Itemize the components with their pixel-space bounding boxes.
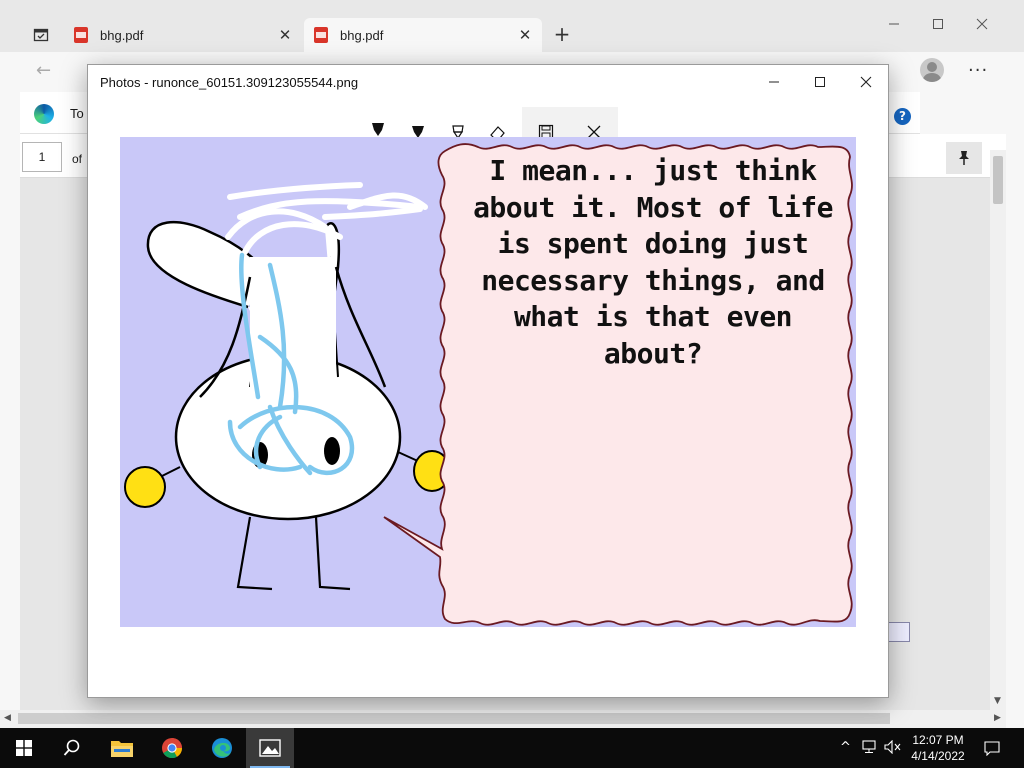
- clock-time: 12:07 PM: [912, 733, 964, 747]
- vertical-scroll-thumb[interactable]: [993, 156, 1003, 204]
- photos-button[interactable]: [246, 728, 294, 768]
- folder-icon: [111, 741, 133, 757]
- page-count-label: of: [72, 152, 83, 166]
- start-button[interactable]: [0, 728, 48, 768]
- window-title: Photos - runonce_60151.309123055544.png: [100, 75, 359, 90]
- horizontal-scroll-thumb[interactable]: [18, 713, 890, 724]
- browser-close-button[interactable]: [970, 14, 994, 34]
- clock-date: 4/14/2022: [911, 749, 965, 763]
- scroll-left-icon[interactable]: ◀: [4, 713, 11, 723]
- tab-label: bhg.pdf: [340, 27, 384, 43]
- speech-line: is spent doing just: [497, 227, 809, 260]
- chrome-icon: [162, 738, 183, 759]
- search-button[interactable]: [48, 728, 96, 768]
- page-number-input[interactable]: 1: [22, 142, 62, 172]
- chrome-button[interactable]: [148, 728, 196, 768]
- pdf-file-icon: [314, 27, 328, 43]
- close-tab-icon[interactable]: ✕: [518, 26, 532, 44]
- browser-minimize-button[interactable]: [882, 14, 906, 34]
- minimize-button[interactable]: [760, 71, 788, 93]
- speech-line: I mean... just think: [489, 154, 817, 187]
- pdf-file-icon: [74, 27, 88, 43]
- speech-line: necessary things, and: [481, 263, 825, 297]
- vertical-scrollbar[interactable]: [990, 150, 1006, 710]
- more-options-icon[interactable]: ···: [968, 60, 988, 81]
- speech-line: about?: [603, 336, 703, 370]
- file-explorer-button[interactable]: [98, 728, 146, 768]
- windows-logo-icon: [16, 740, 32, 756]
- speech-line: what is that even: [513, 300, 793, 333]
- speech-text: I mean... just think about it. Most of l…: [472, 153, 834, 372]
- scroll-down-icon[interactable]: ▼: [994, 696, 1001, 706]
- photos-icon: [259, 739, 281, 757]
- maximize-button[interactable]: [806, 71, 834, 93]
- edge-logo-icon: [34, 104, 54, 124]
- tab-actions-icon[interactable]: [30, 24, 52, 46]
- comic-image[interactable]: I mean... just think about it. Most of l…: [120, 137, 856, 627]
- pin-toolbar-button[interactable]: [946, 142, 982, 174]
- network-icon[interactable]: [862, 740, 878, 758]
- help-icon[interactable]: ?: [894, 108, 911, 125]
- volume-muted-icon[interactable]: [884, 739, 902, 758]
- new-tab-button[interactable]: +: [552, 24, 572, 44]
- scroll-right-icon[interactable]: ▶: [994, 713, 1001, 723]
- clock[interactable]: 12:07 PM 4/14/2022: [906, 732, 970, 764]
- taskbar: ^ 12:07 PM 4/14/2022: [0, 728, 1024, 768]
- back-arrow-icon[interactable]: ←: [36, 60, 51, 81]
- show-hidden-icons-icon[interactable]: ^: [840, 740, 851, 755]
- photos-window: Photos - runonce_60151.309123055544.png: [87, 64, 889, 698]
- browser-tab[interactable]: bhg.pdf ✕: [64, 18, 302, 52]
- tab-label: bhg.pdf: [100, 27, 144, 43]
- edge-button[interactable]: [198, 728, 246, 768]
- edge-icon: [212, 738, 232, 758]
- browser-maximize-button[interactable]: [926, 14, 950, 34]
- notification-icon[interactable]: [984, 740, 1000, 760]
- profile-avatar[interactable]: [920, 58, 944, 82]
- close-tab-icon[interactable]: ✕: [278, 26, 292, 44]
- thumbnail-icon[interactable]: [888, 622, 910, 642]
- speech-line: about it. Most of life: [473, 190, 833, 224]
- browser-tab-active[interactable]: bhg.pdf ✕: [304, 18, 542, 52]
- close-button[interactable]: [852, 71, 880, 93]
- search-icon: [63, 739, 80, 756]
- info-bar-text: To: [70, 106, 84, 121]
